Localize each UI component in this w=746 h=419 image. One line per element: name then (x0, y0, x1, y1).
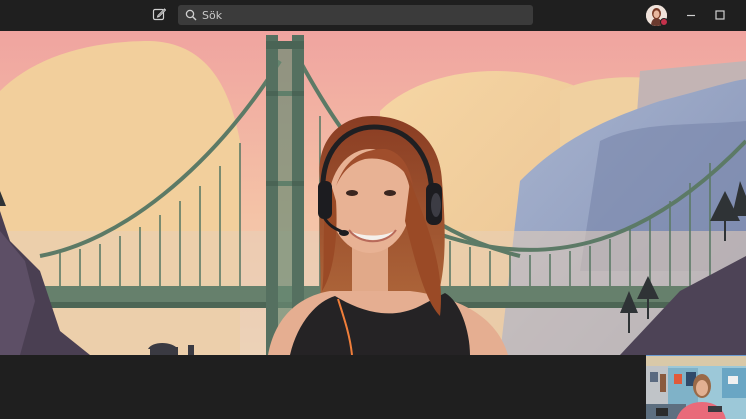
presence-status-dot (660, 18, 668, 26)
search-input[interactable] (202, 8, 522, 22)
new-chat-button[interactable] (150, 6, 168, 24)
title-bar (0, 0, 746, 31)
minimize-button[interactable] (682, 6, 700, 24)
search-icon (183, 7, 199, 23)
minimize-icon (685, 6, 697, 25)
call-bottom-strip (0, 355, 746, 419)
participant-video-image (0, 31, 746, 355)
maximize-icon (714, 6, 726, 25)
self-view-video[interactable] (646, 355, 746, 419)
teams-meeting-window (0, 0, 746, 419)
main-video-feed (0, 31, 746, 355)
compose-icon (152, 6, 167, 25)
search-bar[interactable] (178, 5, 533, 25)
self-view-image (646, 356, 746, 419)
maximize-button[interactable] (711, 6, 729, 24)
